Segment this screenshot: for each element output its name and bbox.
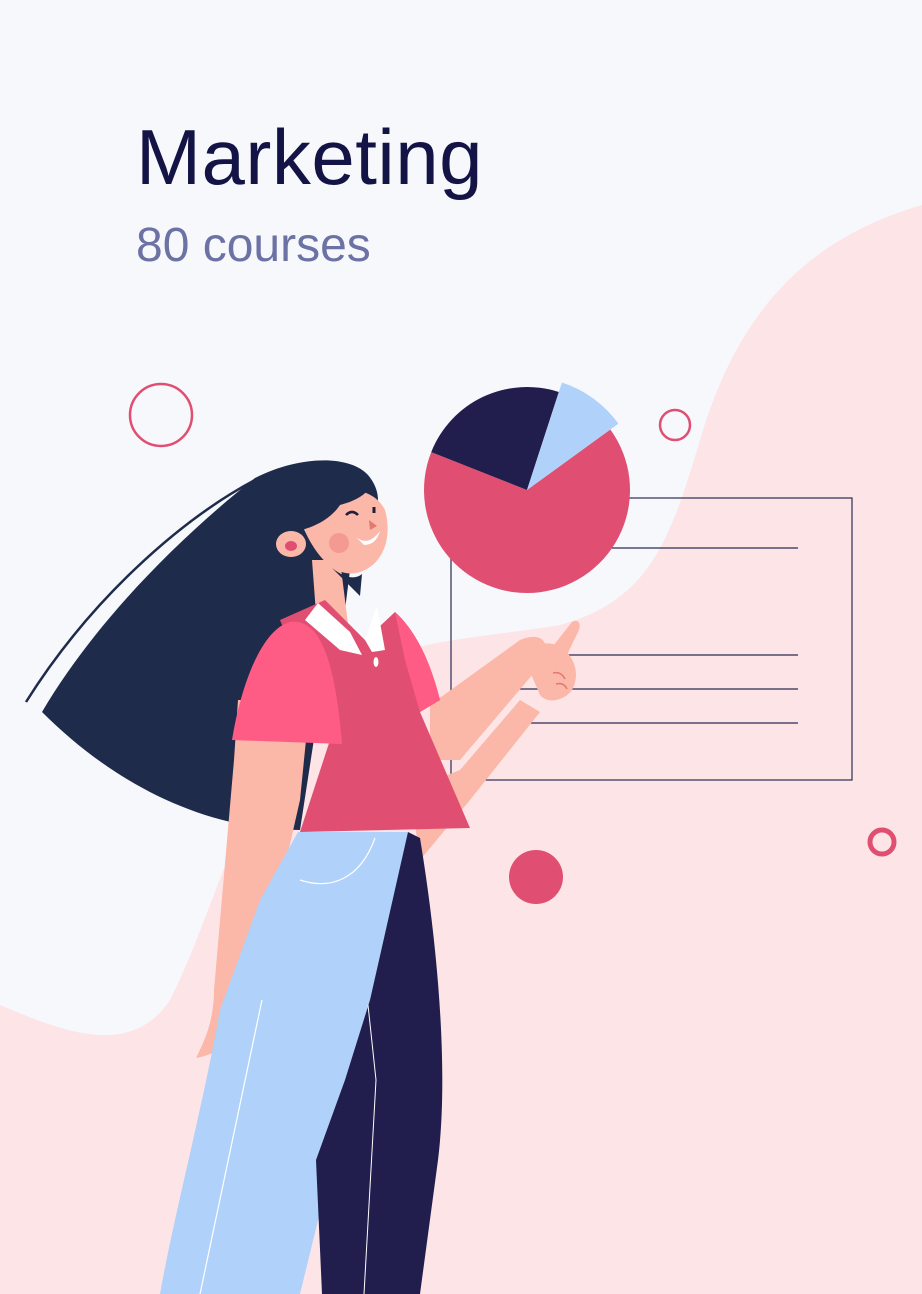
course-category-card[interactable]: Marketing 80 courses xyxy=(0,0,922,1294)
ring-icon xyxy=(128,382,194,448)
ring-icon xyxy=(658,408,692,442)
pie-chart-icon xyxy=(423,382,630,593)
category-title: Marketing xyxy=(136,113,483,201)
dot-icon xyxy=(509,850,563,904)
course-count: 80 courses xyxy=(136,219,371,272)
